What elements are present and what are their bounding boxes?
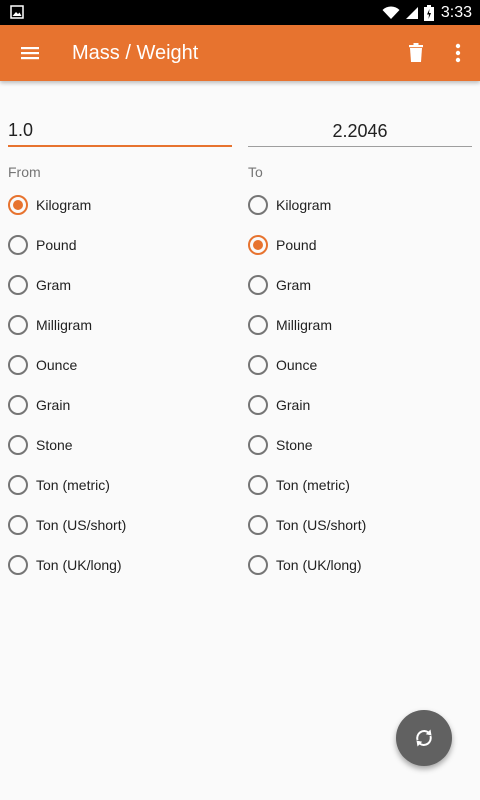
menu-button[interactable] (12, 35, 48, 71)
from-unit-label: Kilogram (36, 197, 92, 213)
to-unit-option[interactable]: Ounce (248, 345, 478, 385)
radio-button-checked[interactable] (8, 195, 28, 215)
radio-button[interactable] (8, 395, 28, 415)
more-vert-icon (455, 43, 461, 63)
to-unit-option[interactable]: Milligram (248, 305, 478, 345)
radio-button[interactable] (8, 555, 28, 575)
to-value-output: 2.2046 (248, 115, 472, 147)
from-unit-label: Grain (36, 397, 71, 413)
delete-icon (409, 43, 423, 62)
swap-icon (416, 729, 432, 747)
app-bar: Mass / Weight (0, 25, 480, 81)
to-unit-option[interactable]: Ton (metric) (248, 465, 478, 505)
to-unit-list: Kilogram Pound Gram Milligram Ounce Grai… (248, 185, 478, 585)
more-options-button[interactable] (440, 35, 476, 71)
radio-button[interactable] (248, 275, 268, 295)
from-value-input[interactable] (8, 115, 232, 147)
from-unit-label: Ton (US/short) (36, 517, 127, 533)
from-label: From (8, 164, 41, 180)
to-unit-label: Ton (metric) (276, 477, 350, 493)
from-unit-list: Kilogram Pound Gram Milligram Ounce Grai… (8, 185, 238, 585)
radio-button[interactable] (8, 475, 28, 495)
radio-button[interactable] (8, 275, 28, 295)
radio-button[interactable] (248, 355, 268, 375)
from-unit-option[interactable]: Gram (8, 265, 238, 305)
from-unit-label: Ounce (36, 357, 78, 373)
from-unit-option[interactable]: Pound (8, 225, 238, 265)
battery-icon (423, 4, 434, 21)
to-label: To (248, 164, 263, 180)
from-unit-label: Milligram (36, 317, 92, 333)
to-unit-label: Ounce (276, 357, 318, 373)
gallery-icon (10, 5, 24, 19)
from-unit-option[interactable]: Ton (metric) (8, 465, 238, 505)
from-unit-label: Ton (metric) (36, 477, 110, 493)
to-unit-option[interactable]: Stone (248, 425, 478, 465)
radio-button[interactable] (8, 235, 28, 255)
from-unit-label: Gram (36, 277, 71, 293)
from-unit-option[interactable]: Ton (US/short) (8, 505, 238, 545)
signal-icon (405, 6, 418, 19)
status-time: 3:33 (440, 3, 472, 21)
radio-button[interactable] (8, 435, 28, 455)
radio-button[interactable] (8, 515, 28, 535)
radio-button[interactable] (248, 555, 268, 575)
from-unit-option[interactable]: Kilogram (8, 185, 238, 225)
to-unit-option[interactable]: Grain (248, 385, 478, 425)
to-unit-option[interactable]: Pound (248, 225, 478, 265)
to-unit-option[interactable]: Ton (US/short) (248, 505, 478, 545)
from-unit-option[interactable]: Grain (8, 385, 238, 425)
radio-button[interactable] (248, 395, 268, 415)
to-unit-option[interactable]: Gram (248, 265, 478, 305)
radio-button[interactable] (8, 355, 28, 375)
radio-button[interactable] (248, 195, 268, 215)
wifi-icon (382, 5, 400, 19)
to-unit-label: Grain (276, 397, 311, 413)
delete-button[interactable] (398, 35, 434, 71)
to-unit-label: Pound (276, 237, 317, 253)
menu-icon (21, 47, 39, 60)
radio-button[interactable] (248, 475, 268, 495)
from-unit-option[interactable]: Milligram (8, 305, 238, 345)
from-unit-option[interactable]: Ton (UK/long) (8, 545, 238, 585)
from-unit-option[interactable]: Ounce (8, 345, 238, 385)
from-unit-label: Ton (UK/long) (36, 557, 122, 573)
to-unit-option[interactable]: Ton (UK/long) (248, 545, 478, 585)
to-unit-label: Stone (276, 437, 313, 453)
swap-units-button[interactable] (396, 710, 452, 766)
from-unit-option[interactable]: Stone (8, 425, 238, 465)
to-unit-label: Ton (US/short) (276, 517, 367, 533)
to-unit-option[interactable]: Kilogram (248, 185, 478, 225)
radio-button[interactable] (8, 315, 28, 335)
radio-button[interactable] (248, 435, 268, 455)
radio-button[interactable] (248, 515, 268, 535)
to-unit-label: Gram (276, 277, 311, 293)
radio-button[interactable] (248, 315, 268, 335)
page-title: Mass / Weight (72, 42, 199, 64)
to-unit-label: Ton (UK/long) (276, 557, 362, 573)
radio-button-checked[interactable] (248, 235, 268, 255)
from-unit-label: Stone (36, 437, 73, 453)
status-icons: 3:33 (382, 0, 472, 25)
to-unit-label: Kilogram (276, 197, 332, 213)
to-unit-label: Milligram (276, 317, 332, 333)
status-bar: 3:33 (0, 0, 480, 25)
from-unit-label: Pound (36, 237, 77, 253)
